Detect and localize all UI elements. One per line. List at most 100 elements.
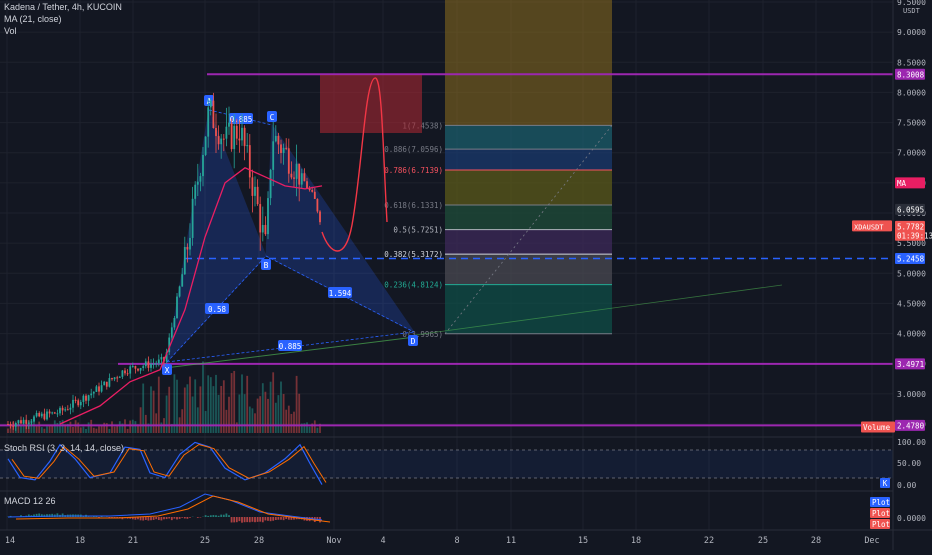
harmonic-point-label: D [411, 337, 416, 346]
candle-body [220, 139, 222, 145]
volume-bar [161, 423, 163, 433]
candle-body [314, 192, 316, 199]
volume-bar [80, 427, 82, 433]
macd-hist-bar [252, 517, 254, 522]
price-tick-label: 4.5000 [897, 299, 926, 308]
time-tick-label[interactable]: 28 [254, 536, 264, 546]
volume-bar [309, 427, 311, 433]
time-tick-label[interactable]: Dec [864, 536, 879, 546]
candle-body [103, 382, 105, 385]
candle-body [293, 177, 295, 178]
candle-body [200, 176, 202, 182]
stoch-legend[interactable]: Stoch RSI (3, 3, 14, 14, close) [4, 443, 128, 453]
time-tick-label[interactable]: 15 [578, 536, 588, 546]
price-tick-label: 8.0000 [897, 88, 926, 97]
candle-body [148, 361, 150, 368]
volume-bar [75, 420, 77, 433]
candle-body [179, 286, 181, 296]
macd-hist-bar [187, 517, 189, 519]
candle-body [254, 187, 256, 196]
candle-body [64, 409, 66, 410]
volume-bar [239, 395, 241, 433]
time-tick-label[interactable]: 28 [811, 536, 821, 546]
macd-legend[interactable]: MACD 12 26 [4, 496, 60, 506]
macd-tick-label: 0.0000 [897, 514, 926, 523]
candle-body [96, 386, 98, 391]
candle-body [62, 408, 64, 411]
chart-canvas[interactable]: 1(7.4538)0.886(7.0596)0.786(6.7139)0.618… [0, 0, 932, 550]
candle-body [202, 155, 204, 176]
candle-body [150, 364, 152, 368]
vol-legend-label[interactable]: Vol [4, 26, 17, 36]
volume-bar [254, 413, 256, 433]
ma-legend-label[interactable]: MA (21, close) [4, 14, 62, 24]
volume-bar [132, 420, 134, 433]
time-tick-label[interactable]: 25 [200, 536, 210, 546]
volume-bar [114, 427, 116, 433]
macd-hist-bar [270, 517, 272, 521]
stoch-legend-label[interactable]: Stoch RSI (3, 3, 14, 14, close) [4, 443, 124, 453]
candle-body [67, 409, 69, 410]
macd-hist-bar [249, 517, 251, 522]
symbol-title[interactable]: Kadena / Tether, 4h, KUCOIN [4, 2, 122, 12]
candle-body [44, 414, 46, 420]
time-tick-label[interactable]: 25 [758, 536, 768, 546]
macd-hist-bar [189, 517, 191, 518]
currency-label: USDT [903, 7, 921, 15]
candle-body [181, 274, 183, 286]
candle-body [36, 413, 38, 416]
candle-body [192, 199, 194, 238]
volume-bar [135, 421, 137, 433]
time-tick-label[interactable]: Nov [326, 536, 341, 546]
volume-bar [72, 427, 74, 433]
candle-body [31, 421, 33, 422]
macd-legend-label[interactable]: MACD 12 26 [4, 496, 56, 506]
volume-bar [288, 406, 290, 433]
time-tick-label[interactable]: 14 [5, 536, 15, 546]
volume-bar [265, 392, 267, 433]
harmonic-ratio-label: 1.594 [329, 289, 352, 298]
vol-legend[interactable]: Vol [4, 26, 21, 36]
time-tick-label[interactable]: 21 [128, 536, 138, 546]
time-tick-label[interactable]: 8 [454, 536, 459, 546]
candle-body [111, 378, 113, 379]
price-badge-label: 2.4780 [897, 421, 925, 430]
candle-body [106, 382, 108, 387]
macd-hist-bar [262, 517, 264, 522]
candle-body [85, 396, 87, 401]
candle-body [41, 414, 43, 417]
time-tick-label[interactable]: 11 [506, 536, 516, 546]
candle-body [59, 408, 61, 414]
ma-legend[interactable]: MA (21, close) [4, 14, 66, 24]
price-tick-label: 3.0000 [897, 390, 926, 399]
candle-body [109, 378, 111, 387]
volume-bar [257, 399, 259, 433]
candle-body [301, 173, 303, 184]
candle-body [218, 136, 220, 144]
fib-band-above [445, 0, 612, 125]
volume-bar [41, 427, 43, 433]
volume-bar [317, 428, 319, 433]
volume-bar [54, 420, 56, 433]
candle-body [215, 128, 217, 136]
candle-body [296, 164, 298, 179]
macd-hist-bar [236, 517, 238, 522]
candle-body [158, 360, 160, 364]
time-tick-label[interactable]: 4 [380, 536, 385, 546]
time-tick-label[interactable]: 18 [75, 536, 85, 546]
macd-hist-bar [280, 517, 282, 520]
volume-bar [127, 429, 129, 433]
fib-band [445, 285, 612, 334]
volume-bar [249, 407, 251, 433]
time-tick-label[interactable]: 22 [704, 536, 714, 546]
volume-bar [278, 395, 280, 433]
stoch-k-badge-label: K [883, 479, 888, 488]
candle-body [189, 238, 191, 250]
trading-chart[interactable]: 1(7.4538)0.886(7.0596)0.786(6.7139)0.618… [0, 0, 932, 550]
volume-bar [192, 396, 194, 433]
symbol-legend[interactable]: Kadena / Tether, 4h, KUCOIN [4, 2, 126, 12]
time-tick-label[interactable]: 18 [631, 536, 641, 546]
candle-body [46, 411, 48, 419]
candle-body [28, 423, 30, 424]
macd-hist-bar [158, 517, 160, 520]
